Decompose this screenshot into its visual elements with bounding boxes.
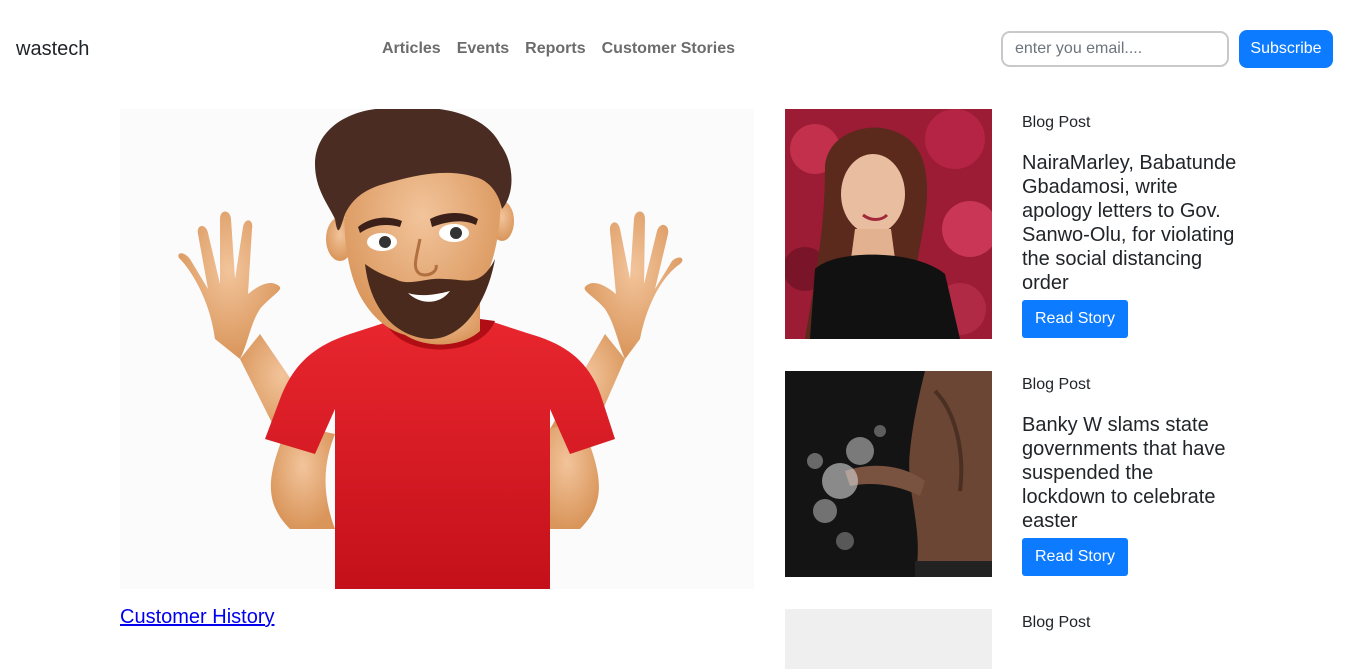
athlete-chalk-image	[785, 371, 992, 577]
post-kicker: Blog Post	[1022, 376, 1091, 393]
post-title: Banky W slams state governments that hav…	[1022, 414, 1226, 532]
nav-link-reports[interactable]: Reports	[525, 40, 585, 58]
read-story-button[interactable]: Read Story	[1022, 538, 1129, 576]
post-kicker: Blog Post	[1022, 614, 1091, 631]
brand-logo[interactable]: wastech	[16, 38, 89, 61]
nav-link-customer-stories[interactable]: Customer Stories	[602, 40, 735, 58]
post-kicker: Blog Post	[1022, 114, 1091, 131]
nav-links: Articles Events Reports Customer Stories	[382, 40, 751, 58]
nav-link-articles[interactable]: Articles	[382, 40, 441, 58]
post-image-athlete	[785, 371, 992, 577]
hero-image	[120, 109, 754, 589]
woman-portrait-image	[785, 109, 992, 339]
navbar: wastech Articles Events Reports Customer…	[0, 0, 1349, 100]
nav-link-events[interactable]: Events	[457, 40, 509, 58]
post-body: Blog Post	[1022, 609, 1242, 632]
post-title: NairaMarley, Babatunde Gbadamosi, write …	[1022, 152, 1237, 294]
post-card: Blog Post Banky W slams state government…	[785, 371, 1255, 577]
read-story-button[interactable]: Read Story	[1022, 300, 1129, 338]
email-input[interactable]	[1001, 31, 1229, 67]
post-image-woman	[785, 109, 992, 339]
post-image	[785, 609, 992, 669]
post-card: Blog Post NairaMarley, Babatunde Gbadamo…	[785, 109, 1255, 339]
post-body: Blog Post NairaMarley, Babatunde Gbadamo…	[1022, 109, 1242, 338]
subscribe-button[interactable]: Subscribe	[1239, 30, 1333, 68]
post-body: Blog Post Banky W slams state government…	[1022, 371, 1242, 576]
cartoon-man-illustration	[178, 109, 683, 589]
post-card: Blog Post	[785, 609, 1255, 669]
